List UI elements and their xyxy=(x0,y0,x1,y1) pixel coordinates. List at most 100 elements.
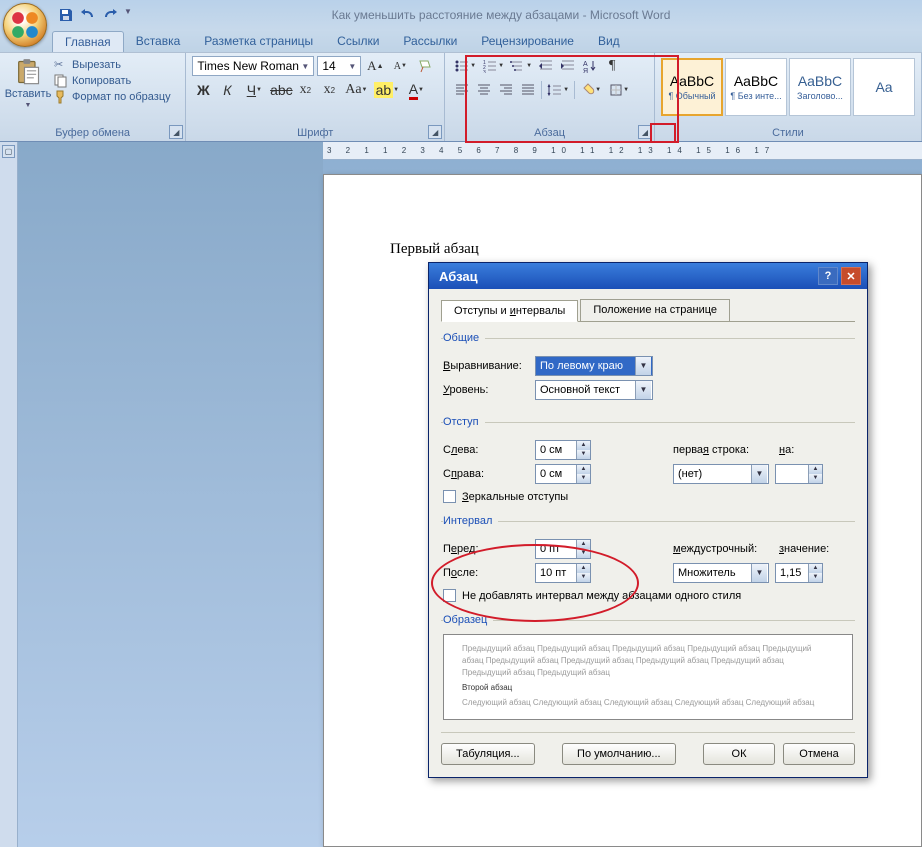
svg-text:3: 3 xyxy=(483,70,486,73)
copy-button[interactable]: Копировать xyxy=(54,74,171,88)
style-no-spacing[interactable]: AaBbC¶ Без инте... xyxy=(725,58,787,116)
dialog-tab-indents[interactable]: Отступы и интервалы xyxy=(441,300,578,322)
level-label: Уровень: xyxy=(443,384,529,396)
line-spacing-select[interactable]: Множитель▼ xyxy=(673,563,769,583)
tabs-button[interactable]: Табуляция... xyxy=(441,743,535,765)
underline-button[interactable]: Ч ▼ xyxy=(240,80,268,100)
clear-format-button[interactable] xyxy=(414,56,436,76)
increase-indent-button[interactable] xyxy=(557,56,579,76)
dialog-tab-position[interactable]: Положение на странице xyxy=(580,299,730,321)
align-select[interactable]: По левому краю▼ xyxy=(535,356,653,376)
font-name-combo[interactable]: Times New Roman▼ xyxy=(192,56,314,76)
paragraph-launcher[interactable]: ◢ xyxy=(638,125,652,139)
save-icon[interactable] xyxy=(58,7,74,23)
cancel-button[interactable]: Отмена xyxy=(783,743,855,765)
level-select[interactable]: Основной текст▼ xyxy=(535,380,653,400)
dialog-title-text: Абзац xyxy=(439,269,478,284)
dialog-tabs: Отступы и интервалы Положение на страниц… xyxy=(441,299,855,322)
tab-insert[interactable]: Вставка xyxy=(124,31,193,51)
tab-home[interactable]: Главная xyxy=(52,31,124,52)
workspace-background xyxy=(18,142,323,847)
paste-label: Вставить xyxy=(5,88,52,100)
multilevel-button[interactable]: ▼ xyxy=(507,56,535,76)
justify-button[interactable] xyxy=(517,80,539,100)
first-line-by-spin[interactable]: ▲▼ xyxy=(775,464,823,484)
tab-review[interactable]: Рецензирование xyxy=(469,31,586,51)
cut-button[interactable]: ✂Вырезать xyxy=(54,58,171,72)
no-space-same-check[interactable]: Не добавлять интервал между абзацами одн… xyxy=(443,589,853,602)
paragraph-dialog: Абзац ? ✕ Отступы и интервалы Положение … xyxy=(428,262,868,778)
group-spacing: Интервал Перед: 0 пт▲▼ междустрочный: зн… xyxy=(441,515,855,608)
before-label: Перед: xyxy=(443,543,529,555)
font-launcher[interactable]: ◢ xyxy=(428,125,442,139)
font-color-button[interactable]: A ▼ xyxy=(402,80,430,100)
indent-left-spin[interactable]: 0 см▲▼ xyxy=(535,440,591,460)
at-spin[interactable]: 1,15▲▼ xyxy=(775,563,823,583)
redo-icon[interactable] xyxy=(102,7,118,23)
borders-button[interactable]: ▼ xyxy=(605,80,633,100)
superscript-button[interactable]: x2 xyxy=(318,80,340,100)
align-center-button[interactable] xyxy=(473,80,495,100)
grow-font-button[interactable]: A▲ xyxy=(364,56,386,76)
mirror-indent-check[interactable]: Зеркальные отступы xyxy=(443,490,853,503)
show-marks-button[interactable]: ¶ xyxy=(601,56,623,76)
at-label: значение: xyxy=(779,543,835,555)
ruler-corner-icon[interactable]: ▢ xyxy=(2,145,15,158)
office-button[interactable] xyxy=(3,3,47,47)
sort-button[interactable]: AЯ xyxy=(579,56,601,76)
shading-button[interactable]: ▼ xyxy=(577,80,605,100)
highlight-button[interactable]: ab▼ xyxy=(372,80,400,100)
indent-right-spin[interactable]: 0 см▲▼ xyxy=(535,464,591,484)
styles-gallery[interactable]: AaBbC¶ Обычный AaBbC¶ Без инте... AaBbCЗ… xyxy=(661,56,915,116)
group-indent: Отступ Слева: 0 см▲▼ первая строка: на: … xyxy=(441,416,855,509)
format-painter-button[interactable]: Формат по образцу xyxy=(54,90,171,104)
subscript-button[interactable]: x2 xyxy=(294,80,316,100)
ok-button[interactable]: ОК xyxy=(703,743,775,765)
after-spin[interactable]: 10 пт▲▼ xyxy=(535,563,591,583)
font-group-label: Шрифт xyxy=(192,126,438,140)
svg-text:A: A xyxy=(583,61,588,68)
change-case-button[interactable]: Aa ▼ xyxy=(342,80,370,100)
title-bar: ▼ Как уменьшить расстояние между абзацам… xyxy=(0,0,922,30)
bold-button[interactable]: Ж xyxy=(192,80,214,100)
by-label: на: xyxy=(779,444,819,456)
qat-dropdown-icon[interactable]: ▼ xyxy=(124,7,140,23)
clipboard-launcher[interactable]: ◢ xyxy=(169,125,183,139)
italic-button[interactable]: К xyxy=(216,80,238,100)
default-button[interactable]: По умолчанию... xyxy=(562,743,676,765)
paragraph-group-label: Абзац xyxy=(451,126,648,140)
svg-text:Я: Я xyxy=(583,68,588,73)
align-left-button[interactable] xyxy=(451,80,473,100)
first-line-select[interactable]: (нет)▼ xyxy=(673,464,769,484)
paragraph-1[interactable]: Первый абзац xyxy=(390,241,921,258)
dialog-close-button[interactable]: ✕ xyxy=(841,267,861,285)
decrease-indent-button[interactable] xyxy=(535,56,557,76)
scissors-icon: ✂ xyxy=(54,58,68,72)
after-label: После: xyxy=(443,567,529,579)
dialog-help-button[interactable]: ? xyxy=(818,267,838,285)
tab-mailings[interactable]: Рассылки xyxy=(391,31,469,51)
line-spacing-label: междустрочный: xyxy=(673,543,773,555)
brush-icon xyxy=(54,90,68,104)
ribbon-tabs: Главная Вставка Разметка страницы Ссылки… xyxy=(0,30,922,52)
numbering-button[interactable]: 123▼ xyxy=(479,56,507,76)
tab-page-layout[interactable]: Разметка страницы xyxy=(192,31,325,51)
style-more[interactable]: Aa xyxy=(853,58,915,116)
before-spin[interactable]: 0 пт▲▼ xyxy=(535,539,591,559)
undo-icon[interactable] xyxy=(80,7,96,23)
font-size-combo[interactable]: 14▼ xyxy=(317,56,361,76)
dialog-title-bar[interactable]: Абзац ? ✕ xyxy=(429,263,867,289)
tab-references[interactable]: Ссылки xyxy=(325,31,391,51)
indent-right-label: Справа: xyxy=(443,468,529,480)
paste-button[interactable]: Вставить ▼ xyxy=(6,56,50,111)
bullets-button[interactable]: ▼ xyxy=(451,56,479,76)
ribbon: Вставить ▼ ✂Вырезать Копировать Формат п… xyxy=(0,52,922,142)
strike-button[interactable]: abc xyxy=(270,80,292,100)
style-normal[interactable]: AaBbC¶ Обычный xyxy=(661,58,723,116)
shrink-font-button[interactable]: A▼ xyxy=(389,56,411,76)
line-spacing-button[interactable]: ▼ xyxy=(544,80,572,100)
first-line-label: первая строка: xyxy=(673,444,773,456)
style-heading1[interactable]: AaBbCЗаголово... xyxy=(789,58,851,116)
align-right-button[interactable] xyxy=(495,80,517,100)
tab-view[interactable]: Вид xyxy=(586,31,632,51)
